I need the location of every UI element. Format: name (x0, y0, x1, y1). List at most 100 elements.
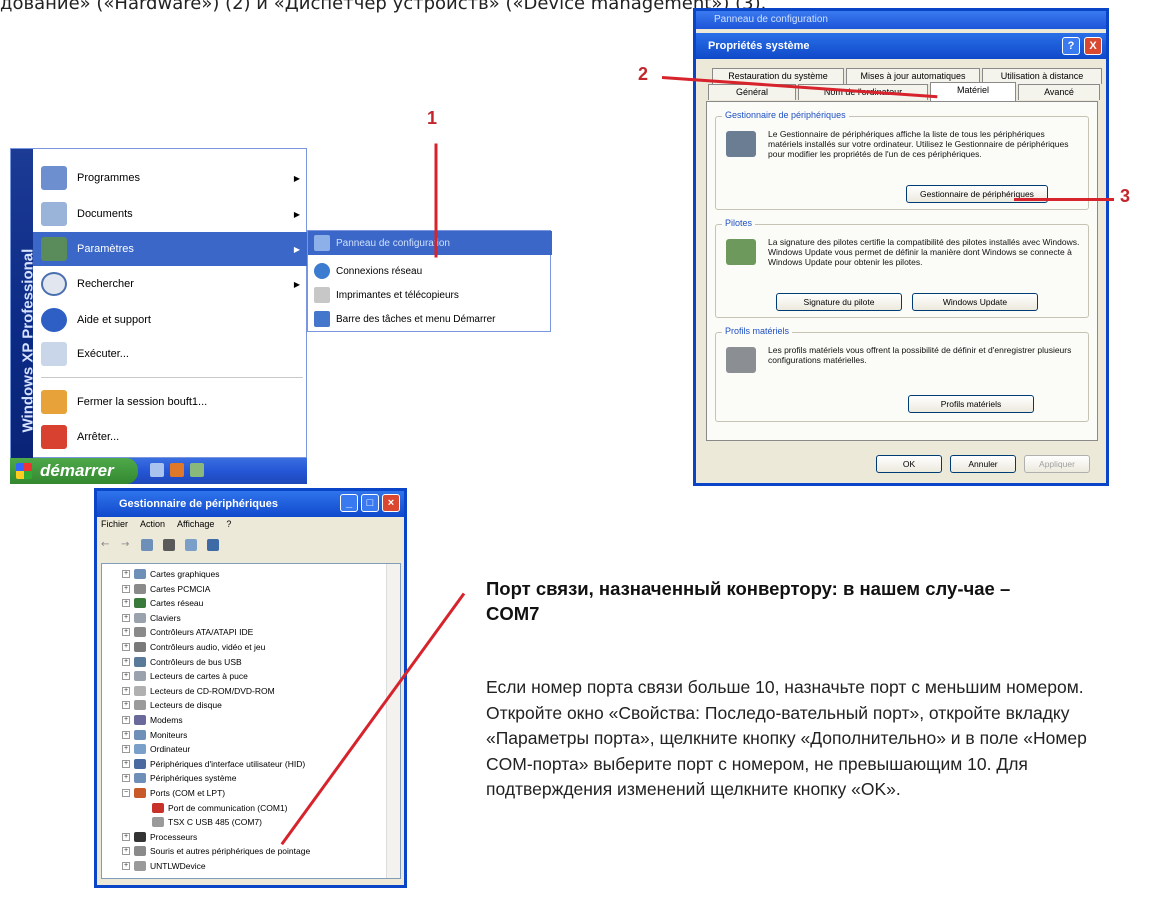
menu-action[interactable]: Action (140, 519, 165, 529)
cancel-button[interactable]: Annuler (950, 455, 1016, 473)
desktop-icon[interactable] (150, 463, 164, 477)
control-panel-titlebar: Panneau de configuration (696, 11, 1106, 29)
forward-icon[interactable]: → (121, 539, 131, 551)
tree-item[interactable]: + Périphériques d'interface utilisateur (… (122, 758, 305, 770)
back-icon[interactable]: ← (101, 539, 111, 551)
print-icon[interactable] (163, 539, 175, 551)
vertical-scrollbar[interactable] (386, 564, 400, 878)
submenu-item-control-panel[interactable]: Panneau de configuration (308, 231, 552, 255)
tree-item[interactable]: + UNTLWDevice (122, 860, 206, 872)
close-button[interactable]: X (1084, 37, 1102, 55)
expand-toggle-icon[interactable]: + (122, 570, 130, 578)
submenu-item-printers[interactable]: Imprimantes et télécopieurs (308, 283, 552, 307)
caption-paragraph: Если номер порта связи больше 10, назнач… (486, 677, 1087, 799)
tree-item[interactable]: + Processeurs (122, 831, 197, 843)
close-button[interactable]: × (382, 494, 400, 512)
expand-toggle-icon[interactable]: − (122, 789, 130, 797)
driver-signing-icon (726, 239, 756, 265)
tree-item[interactable]: + Claviers (122, 612, 181, 624)
driver-signing-button[interactable]: Signature du pilote (776, 293, 902, 311)
expand-toggle-icon[interactable]: + (122, 862, 130, 870)
tree-item-label: Périphériques système (150, 773, 237, 784)
submenu-item-network[interactable]: Connexions réseau (308, 259, 552, 283)
view-icon[interactable] (141, 539, 153, 551)
expand-toggle-icon[interactable]: + (122, 759, 130, 768)
tree-item[interactable]: + Souris et autres périphériques de point… (122, 845, 310, 857)
tree-item[interactable]: + Contrôleurs ATA/ATAPI IDE (122, 626, 253, 638)
browser-icon[interactable] (170, 463, 184, 477)
device-manager-icon (726, 131, 756, 157)
expand-toggle-icon[interactable]: + (122, 584, 130, 593)
properties-icon[interactable] (185, 539, 197, 551)
tree-item[interactable]: + Contrôleurs audio, vidéo et jeu (122, 641, 265, 653)
submenu-item-taskbar[interactable]: Barre des tâches et menu Démarrer (308, 307, 552, 331)
tree-item[interactable]: + Modems (122, 714, 183, 726)
tree-item[interactable]: + Moniteurs (122, 729, 187, 741)
ok-button[interactable]: OK (876, 455, 942, 473)
maximize-button[interactable]: □ (361, 494, 379, 512)
expand-toggle-icon[interactable]: + (122, 832, 130, 841)
expand-toggle-icon[interactable]: + (122, 643, 130, 651)
tree-item[interactable]: Port de communication (COM1) (152, 802, 288, 814)
hardware-profiles-button[interactable]: Profils matériels (908, 395, 1034, 413)
expand-toggle-icon[interactable]: + (122, 657, 130, 666)
expand-toggle-icon[interactable]: + (122, 686, 130, 695)
menu-help[interactable]: ? (226, 519, 231, 529)
help-button[interactable]: ? (1062, 37, 1080, 55)
tree-item-label: Port de communication (COM1) (168, 802, 288, 813)
expand-toggle-icon[interactable]: + (122, 774, 130, 783)
tree-item[interactable]: TSX C USB 485 (COM7) (152, 816, 262, 828)
tree-item[interactable]: + Lecteurs de CD-ROM/DVD-ROM (122, 685, 275, 697)
menu-item-help[interactable]: Aide et support (33, 303, 308, 337)
menu-view[interactable]: Affichage (177, 519, 214, 529)
run-icon (41, 342, 67, 366)
submenu-item-label: Panneau de configuration (336, 237, 450, 249)
expand-toggle-icon[interactable]: + (122, 599, 130, 608)
tab-advanced[interactable]: Avancé (1018, 84, 1100, 100)
tree-item[interactable]: + Périphériques système (122, 772, 236, 784)
tree-item-label: Modems (150, 715, 183, 725)
tab-hardware[interactable]: Matériel (930, 82, 1016, 101)
menu-item-label: Fermer la session bouft1... (77, 396, 208, 408)
expand-toggle-icon[interactable]: + (122, 701, 130, 710)
menu-item-settings[interactable]: Paramètres ▶ (33, 232, 308, 266)
menu-item-search[interactable]: Rechercher ▶ (33, 267, 308, 301)
expand-toggle-icon[interactable]: + (122, 730, 130, 739)
menu-item-shutdown[interactable]: Arrêter... (33, 420, 308, 454)
expand-toggle-icon[interactable]: + (122, 672, 130, 681)
menu-item-logoff[interactable]: Fermer la session bouft1... (33, 385, 308, 419)
menu-item-run[interactable]: Exécuter... (33, 337, 308, 371)
media-icon[interactable] (190, 463, 204, 477)
tree-item[interactable]: − Ports (COM et LPT) (122, 787, 225, 799)
menu-item-label: Programmes (77, 172, 140, 184)
menu-file[interactable]: Fichier (101, 519, 128, 529)
minimize-button[interactable]: _ (340, 494, 358, 512)
menu-item-documents[interactable]: Documents ▶ (33, 197, 308, 231)
expand-toggle-icon[interactable]: + (122, 613, 130, 622)
expand-toggle-icon[interactable]: + (122, 745, 130, 754)
submenu-item-label: Barre des tâches et menu Démarrer (336, 313, 496, 325)
tree-item[interactable]: + Cartes graphiques (122, 568, 219, 580)
tree-item[interactable]: + Cartes réseau (122, 597, 203, 609)
apply-button[interactable]: Appliquer (1024, 455, 1090, 473)
submenu-arrow-icon: ▶ (293, 173, 300, 183)
expand-toggle-icon[interactable]: + (122, 628, 130, 637)
device-icon (134, 642, 146, 652)
tree-item[interactable]: + Cartes PCMCIA (122, 583, 210, 595)
expand-toggle-icon[interactable]: + (122, 716, 130, 724)
tree-item-label: Lecteurs de cartes à puce (150, 671, 248, 682)
tree-item[interactable]: + Lecteurs de disque (122, 699, 222, 711)
start-button[interactable]: démarrer (10, 458, 138, 484)
settings-icon (41, 237, 67, 261)
tree-item-label: Ports (COM et LPT) (150, 788, 226, 798)
tree-item[interactable]: + Ordinateur (122, 743, 190, 755)
expand-toggle-icon[interactable]: + (122, 847, 130, 856)
tree-item[interactable]: + Contrôleurs de bus USB (122, 656, 242, 668)
group-label: Gestionnaire de périphériques (722, 110, 849, 120)
menu-item-programs[interactable]: Programmes ▶ (33, 161, 308, 195)
scan-icon[interactable] (207, 539, 219, 551)
device-icon (134, 685, 146, 696)
tree-item[interactable]: + Lecteurs de cartes à puce (122, 670, 248, 682)
windows-update-button[interactable]: Windows Update (912, 293, 1038, 311)
tree-item-label: TSX C USB 485 (COM7) (168, 817, 262, 828)
